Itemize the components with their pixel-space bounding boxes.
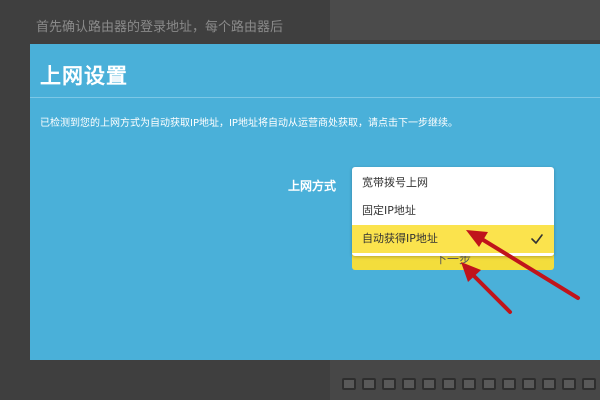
internet-settings-dialog: 上网设置 已检测到您的上网方式为自动获取IP地址，IP地址将自动从运营商处获取，… — [30, 44, 600, 360]
background-photo-keypad — [330, 360, 600, 400]
check-icon — [530, 225, 544, 253]
option-pppoe[interactable]: 宽带拨号上网 — [352, 169, 554, 197]
option-static-ip[interactable]: 固定IP地址 — [352, 197, 554, 225]
background-photo — [330, 0, 600, 40]
option-label: 自动获得IP地址 — [362, 232, 438, 245]
connection-type-dropdown[interactable]: 宽带拨号上网 固定IP地址 自动获得IP地址 — [352, 167, 554, 256]
option-dhcp[interactable]: 自动获得IP地址 — [352, 225, 554, 253]
dialog-description: 已检测到您的上网方式为自动获取IP地址，IP地址将自动从运营商处获取，请点击下一… — [40, 118, 458, 129]
background-instruction-text: 首先确认路由器的登录地址，每个路由器后 — [36, 20, 284, 35]
option-label: 宽带拨号上网 — [362, 176, 428, 189]
dialog-title: 上网设置 — [40, 64, 128, 88]
option-label: 固定IP地址 — [362, 204, 416, 217]
title-divider — [30, 97, 600, 98]
connection-type-label: 上网方式 — [288, 179, 337, 193]
